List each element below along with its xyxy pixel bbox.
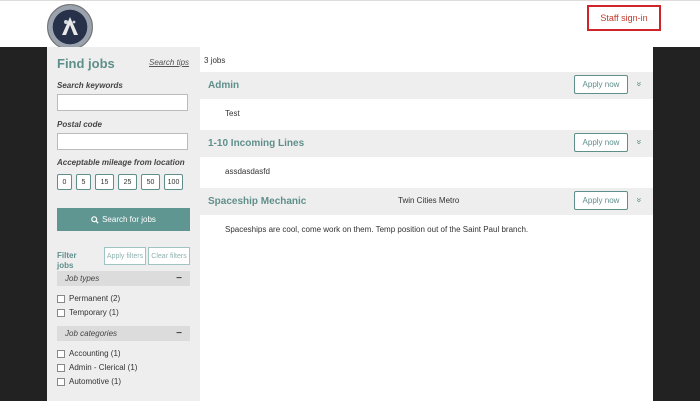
chevron-down-icon[interactable]: » [635,197,645,202]
apply-now-button[interactable]: Apply now [574,133,628,152]
apply-now-button[interactable]: Apply now [574,191,628,210]
job-row-header: 1-10 Incoming Lines Apply now » [200,130,653,157]
left-frame [0,47,47,401]
clear-filters-button[interactable]: Clear filters [148,247,190,265]
chevron-down-icon[interactable]: » [635,139,645,144]
job-row-header: Admin Apply now » [200,72,653,99]
checkbox-icon[interactable] [57,349,65,358]
job-results: 3 jobs Admin Apply now » Test 1-10 Incom… [200,47,653,401]
staff-signin-button[interactable]: Staff sign-in [587,5,661,31]
find-jobs-title: Find jobs [57,56,115,71]
right-frame [653,47,700,401]
apply-now-button[interactable]: Apply now [574,75,628,94]
job-type-label: Permanent (2) [69,294,121,303]
postal-code-label: Postal code [57,120,102,129]
collapse-icon[interactable]: − [176,328,182,339]
job-category-checkbox[interactable]: Accounting (1) [57,349,121,358]
checkbox-icon[interactable] [57,363,65,372]
mileage-option[interactable]: 25 [118,174,137,190]
job-types-header[interactable]: Job types − [57,271,190,286]
checkbox-icon[interactable] [57,377,65,386]
mileage-options: 0 5 15 25 50 100 [57,174,183,190]
filter-jobs-title: Filter jobs [57,251,77,270]
eagle-seal-logo-icon[interactable] [47,4,93,50]
mileage-option[interactable]: 100 [164,174,183,190]
apply-filters-button[interactable]: Apply filters [104,247,146,265]
keywords-input[interactable] [57,94,188,111]
checkbox-icon[interactable] [57,308,65,317]
job-title-link[interactable]: 1-10 Incoming Lines [208,138,304,149]
chevron-down-icon[interactable]: » [635,81,645,86]
search-jobs-label: Search for jobs [102,215,156,224]
sidebar: Find jobs Search tips Search keywords Po… [47,47,200,401]
mileage-option[interactable]: 5 [76,174,91,190]
checkbox-icon[interactable] [57,294,65,303]
search-icon [91,215,99,224]
job-type-checkbox[interactable]: Temporary (1) [57,308,119,317]
job-type-label: Temporary (1) [69,308,119,317]
top-bar: Staff sign-in [0,0,700,50]
job-location: Twin Cities Metro [398,196,460,205]
job-title-link[interactable]: Admin [208,80,239,91]
job-description: Test [225,109,240,118]
keywords-label: Search keywords [57,81,123,90]
job-category-checkbox[interactable]: Automotive (1) [57,377,121,386]
job-category-checkbox[interactable]: Admin - Clerical (1) [57,363,137,372]
job-categories-title: Job categories [65,329,118,338]
job-categories-header[interactable]: Job categories − [57,326,190,341]
job-count: 3 jobs [204,56,226,65]
search-tips-link[interactable]: Search tips [149,58,189,67]
job-category-label: Admin - Clerical (1) [69,363,138,372]
mileage-label: Acceptable mileage from location [57,158,185,167]
job-types-title: Job types [65,274,100,283]
mileage-option[interactable]: 0 [57,174,72,190]
mileage-option[interactable]: 50 [141,174,160,190]
job-category-label: Accounting (1) [69,349,121,358]
job-row-header: Spaceship Mechanic Twin Cities Metro App… [200,188,653,215]
job-category-label: Automotive (1) [69,377,122,386]
job-description: Spaceships are cool, come work on them. … [225,225,529,234]
job-title-link[interactable]: Spaceship Mechanic [208,196,306,207]
job-type-checkbox[interactable]: Permanent (2) [57,294,120,303]
job-description: assdasdasfd [225,167,270,176]
search-jobs-button[interactable]: Search for jobs [57,208,190,231]
mileage-option[interactable]: 15 [95,174,114,190]
collapse-icon[interactable]: − [176,273,182,284]
postal-code-input[interactable] [57,133,188,150]
